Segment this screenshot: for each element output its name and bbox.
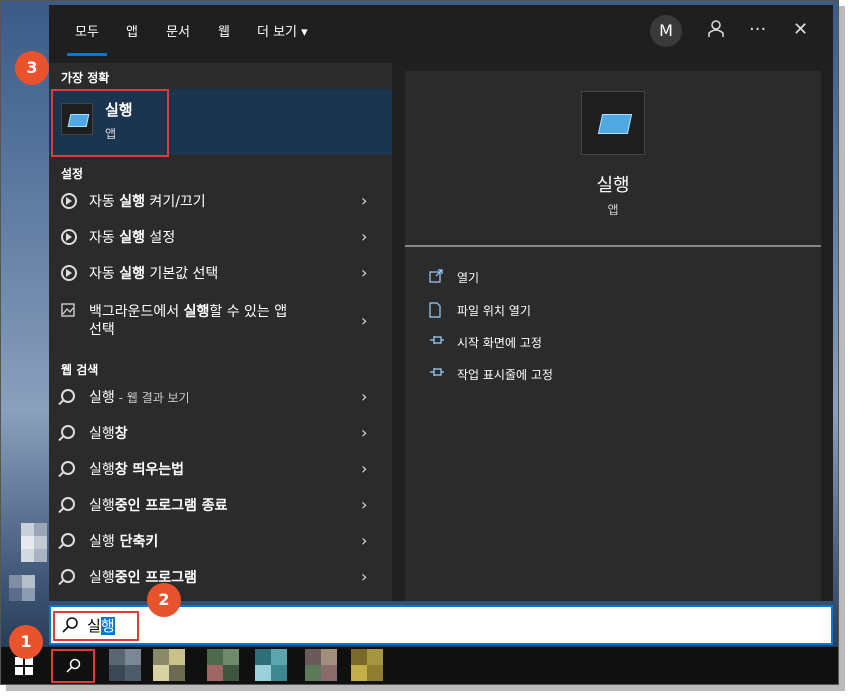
desktop-icon-blurred[interactable] bbox=[9, 523, 47, 603]
settings-gear-icon bbox=[61, 229, 77, 249]
best-match-header: 가장 정확 bbox=[61, 71, 110, 85]
tab-more[interactable]: 더 보기 ▾ bbox=[257, 23, 308, 43]
chevron-right-icon: › bbox=[361, 531, 368, 550]
web-result-item[interactable]: 실행창 › bbox=[49, 417, 392, 451]
settings-header: 설정 bbox=[61, 167, 84, 181]
search-icon bbox=[61, 533, 75, 551]
chevron-right-icon: › bbox=[361, 387, 368, 406]
taskbar-app-blurred[interactable] bbox=[153, 649, 185, 681]
pin-icon bbox=[429, 334, 445, 350]
web-result-item[interactable]: 실행 단축키 › bbox=[49, 525, 392, 559]
taskbar bbox=[1, 647, 838, 684]
taskbar-app-blurred[interactable] bbox=[207, 649, 239, 681]
tab-web[interactable]: 웹 bbox=[218, 23, 230, 43]
settings-item-autoplay-toggle[interactable]: 자동 실행 켜기/끄기 › bbox=[49, 185, 392, 219]
tab-all[interactable]: 모두 bbox=[67, 23, 107, 56]
taskbar-app-blurred[interactable] bbox=[109, 649, 141, 681]
settings-gear-icon bbox=[61, 193, 77, 213]
tab-documents[interactable]: 문서 bbox=[166, 23, 190, 43]
settings-item-autoplay-settings[interactable]: 자동 실행 설정 › bbox=[49, 221, 392, 255]
highlight-box-best-match bbox=[51, 89, 169, 157]
search-icon bbox=[61, 569, 75, 587]
chevron-right-icon: › bbox=[361, 567, 368, 586]
search-icon bbox=[61, 497, 75, 515]
web-result-item[interactable]: 실행 - 웹 결과 보기 › bbox=[49, 381, 392, 415]
chevron-right-icon: › bbox=[361, 459, 368, 478]
windows-start-icon[interactable] bbox=[15, 657, 33, 679]
file-location-icon bbox=[429, 302, 441, 322]
preview-pane: 실행 앱 열기 파일 위치 열기 시작 화면에 고정 작업 표시줄에 고정 bbox=[405, 71, 821, 601]
preview-subtitle: 앱 bbox=[607, 203, 619, 217]
settings-item-autoplay-defaults[interactable]: 자동 실행 기본값 선택 › bbox=[49, 257, 392, 291]
search-icon bbox=[61, 389, 75, 407]
chevron-right-icon: › bbox=[361, 495, 368, 514]
search-icon bbox=[65, 658, 81, 678]
taskbar-app-blurred[interactable] bbox=[255, 649, 287, 681]
chevron-right-icon: › bbox=[361, 227, 368, 246]
settings-gear-icon bbox=[61, 265, 77, 285]
step-badge-2: 2 bbox=[147, 583, 181, 617]
web-result-item[interactable]: 실행중인 프로그램 › bbox=[49, 561, 392, 595]
avatar[interactable]: M bbox=[650, 15, 682, 47]
close-icon[interactable]: ✕ bbox=[793, 19, 808, 41]
step-badge-1: 1 bbox=[9, 625, 43, 659]
start-search-panel: 모두 앱 문서 웹 더 보기 ▾ M ··· ✕ 가장 정확 실행 앱 설정 자 bbox=[49, 5, 833, 601]
step-badge-3: 3 bbox=[15, 51, 49, 85]
chevron-right-icon: › bbox=[361, 263, 368, 282]
highlight-box-search bbox=[53, 611, 139, 641]
chevron-right-icon: › bbox=[361, 191, 368, 210]
web-search-header: 웹 검색 bbox=[61, 363, 99, 377]
web-result-item[interactable]: 실행중인 프로그램 종료 › bbox=[49, 489, 392, 523]
search-icon bbox=[61, 461, 75, 479]
taskbar-search-button[interactable] bbox=[51, 649, 95, 683]
chevron-right-icon: › bbox=[361, 311, 368, 330]
divider bbox=[405, 245, 821, 247]
results-list: 가장 정확 실행 앱 설정 자동 실행 켜기/끄기 › 자동 실행 설정 › 자… bbox=[49, 63, 392, 601]
more-icon[interactable]: ··· bbox=[749, 19, 766, 41]
feedback-icon[interactable] bbox=[707, 19, 725, 45]
chevron-right-icon: › bbox=[361, 423, 368, 442]
search-icon bbox=[61, 425, 75, 443]
run-app-large-icon bbox=[581, 91, 645, 155]
image-settings-icon bbox=[61, 303, 75, 321]
settings-item-background-apps[interactable]: 백그라운드에서 실행할 수 있는 앱 선택 › bbox=[49, 295, 392, 347]
open-icon bbox=[429, 269, 443, 287]
taskbar-app-blurred[interactable] bbox=[305, 649, 337, 681]
search-filter-bar: 모두 앱 문서 웹 더 보기 ▾ M ··· ✕ bbox=[49, 5, 833, 63]
tab-apps[interactable]: 앱 bbox=[126, 23, 138, 43]
desktop-screenshot: 모두 앱 문서 웹 더 보기 ▾ M ··· ✕ 가장 정확 실행 앱 설정 자 bbox=[0, 0, 839, 685]
web-result-item[interactable]: 실행창 띄우는법 › bbox=[49, 453, 392, 487]
taskbar-app-blurred[interactable] bbox=[351, 649, 383, 681]
pin-icon bbox=[429, 366, 445, 382]
preview-title: 실행 bbox=[596, 175, 630, 196]
